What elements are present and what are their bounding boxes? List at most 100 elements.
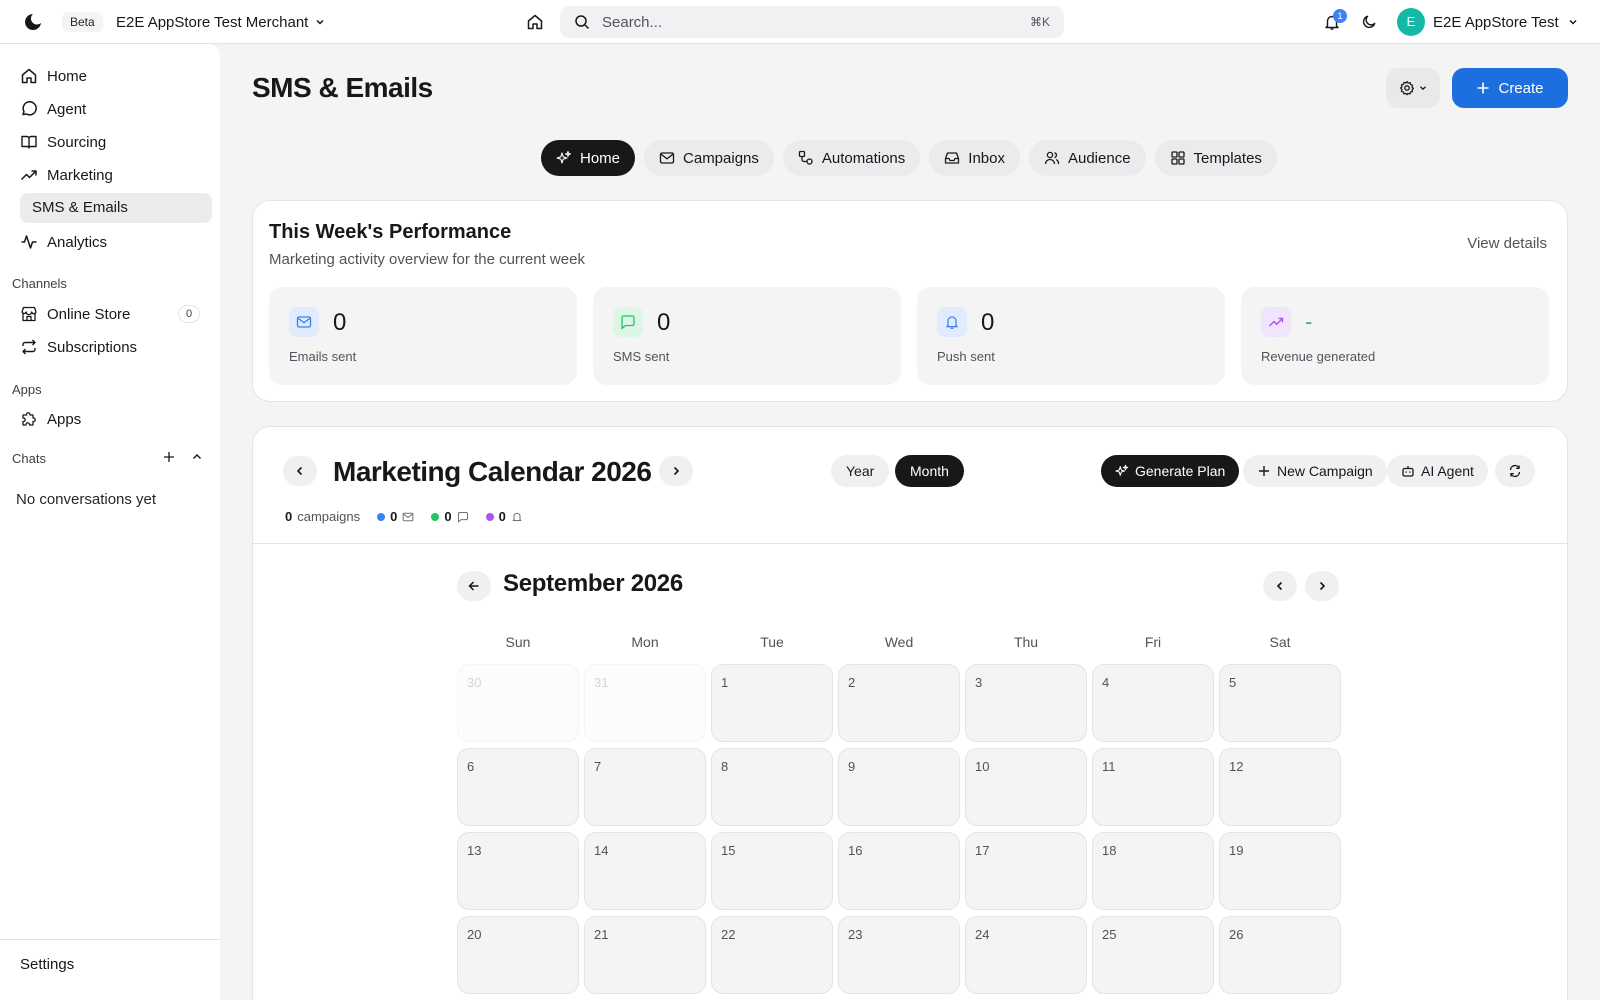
previous-month-button[interactable] — [1263, 571, 1297, 601]
previous-year-button[interactable] — [283, 456, 317, 486]
sidebar-item-label: Online Store — [47, 305, 131, 323]
calendar-day-cell[interactable]: 7 — [584, 748, 706, 826]
avatar: E — [1397, 8, 1425, 36]
calendar-day-cell[interactable]: 1 — [711, 664, 833, 742]
plus-icon[interactable] — [162, 450, 176, 464]
gear-icon — [1399, 80, 1414, 96]
weekday-label: Wed — [884, 634, 914, 650]
sidebar-item-sourcing[interactable]: Sourcing — [20, 127, 212, 157]
sidebar-item-marketing[interactable]: Marketing — [20, 160, 212, 190]
ai-agent-label: AI Agent — [1421, 463, 1474, 479]
calendar-day-cell[interactable]: 8 — [711, 748, 833, 826]
day-number: 21 — [594, 927, 609, 942]
search-bar[interactable]: Search... ⌘K — [560, 6, 1064, 38]
calendar-day-cell[interactable]: 25 — [1092, 916, 1214, 994]
calendar-day-cell[interactable]: 23 — [838, 916, 960, 994]
generate-plan-button[interactable]: Generate Plan — [1101, 455, 1240, 487]
chevron-right-icon — [673, 466, 680, 476]
ai-agent-button[interactable]: AI Agent — [1387, 455, 1488, 487]
moon-logo-icon[interactable] — [24, 13, 42, 31]
day-number: 2 — [848, 675, 856, 690]
tab-audience[interactable]: Audience — [1028, 140, 1146, 176]
calendar-day-cell[interactable]: 19 — [1219, 832, 1341, 910]
day-number: 19 — [1229, 843, 1244, 858]
sparkles-icon — [556, 150, 572, 164]
store-icon — [21, 306, 37, 322]
trending-up-icon — [1261, 307, 1291, 337]
calendar-day-cell[interactable]: 11 — [1092, 748, 1214, 826]
calendar-day-cell[interactable]: 12 — [1219, 748, 1341, 826]
campaign-counts: 0 campaigns 0 0 0 — [285, 509, 523, 524]
day-number: 16 — [848, 843, 863, 858]
calendar-day-cell[interactable]: 26 — [1219, 916, 1341, 994]
sidebar-item-subscriptions[interactable]: Subscriptions — [20, 332, 212, 362]
sidebar-item-analytics[interactable]: Analytics — [20, 227, 212, 257]
day-number: 24 — [975, 927, 990, 942]
calendar-day-cell[interactable]: 13 — [457, 832, 579, 910]
calendar-day-cell[interactable]: 2 — [838, 664, 960, 742]
settings-dropdown-button[interactable] — [1386, 68, 1440, 108]
day-number: 13 — [467, 843, 482, 858]
calendar-day-cell[interactable]: 4 — [1092, 664, 1214, 742]
refresh-button[interactable] — [1495, 455, 1535, 487]
create-button-label: Create — [1498, 79, 1544, 97]
day-number: 8 — [721, 759, 729, 774]
day-number: 22 — [721, 927, 736, 942]
search-shortcut: ⌘K — [1029, 15, 1050, 29]
next-year-button[interactable] — [659, 456, 693, 486]
day-number: 23 — [848, 927, 863, 942]
calendar-day-cell[interactable]: 5 — [1219, 664, 1341, 742]
calendar-day-cell[interactable]: 31 — [584, 664, 706, 742]
mail-icon — [402, 512, 414, 521]
tab-automations[interactable]: Automations — [782, 140, 921, 176]
inbox-icon — [945, 152, 960, 164]
calendar-day-cell[interactable]: 3 — [965, 664, 1087, 742]
calendar-day-cell[interactable]: 24 — [965, 916, 1087, 994]
dark-mode-toggle-icon[interactable] — [1361, 13, 1378, 30]
sidebar-item-apps[interactable]: Apps — [20, 404, 212, 434]
sidebar-item-sms-emails[interactable]: SMS & Emails — [20, 193, 212, 223]
home-icon[interactable] — [526, 13, 544, 31]
stat-value: 0 — [657, 309, 671, 336]
calendar-day-cell[interactable]: 16 — [838, 832, 960, 910]
stat-value: 0 — [981, 309, 995, 336]
calendar-day-cell[interactable]: 18 — [1092, 832, 1214, 910]
calendar-day-cell[interactable]: 9 — [838, 748, 960, 826]
calendar-day-cell[interactable]: 10 — [965, 748, 1087, 826]
back-to-year-button[interactable] — [457, 571, 491, 601]
view-details-link[interactable]: View details — [1467, 235, 1547, 252]
view-month-button[interactable]: Month — [895, 455, 964, 487]
book-icon — [21, 135, 37, 149]
tab-home[interactable]: Home — [541, 140, 636, 176]
user-menu[interactable]: E E2E AppStore Test — [1397, 8, 1579, 36]
sidebar-item-home[interactable]: Home — [20, 61, 212, 91]
chevron-left-icon — [296, 466, 303, 476]
tab-templates[interactable]: Templates — [1154, 140, 1277, 176]
sidebar-item-label: Sourcing — [47, 133, 107, 151]
tab-inbox[interactable]: Inbox — [929, 140, 1020, 176]
calendar-day-cell[interactable]: 6 — [457, 748, 579, 826]
calendar-day-cell[interactable]: 20 — [457, 916, 579, 994]
next-month-button[interactable] — [1305, 571, 1339, 601]
sidebar-item-settings[interactable]: Settings — [20, 956, 74, 973]
sidebar-item-agent[interactable]: Agent — [20, 94, 212, 124]
calendar-day-cell[interactable]: 14 — [584, 832, 706, 910]
stat-label: Emails sent — [289, 349, 357, 364]
tab-campaigns[interactable]: Campaigns — [644, 140, 774, 176]
calendar-day-cell[interactable]: 30 — [457, 664, 579, 742]
calendar-day-cell[interactable]: 22 — [711, 916, 833, 994]
chevron-up-icon[interactable] — [190, 450, 204, 464]
sparkles-icon — [1115, 464, 1129, 476]
day-number: 26 — [1229, 927, 1244, 942]
calendar-day-cell[interactable]: 21 — [584, 916, 706, 994]
merchant-switcher[interactable]: E2E AppStore Test Merchant — [116, 12, 326, 32]
new-campaign-button[interactable]: New Campaign — [1243, 455, 1387, 487]
weekday-label: Tue — [760, 634, 784, 650]
mail-icon — [289, 307, 319, 337]
create-button[interactable]: Create — [1452, 68, 1568, 108]
view-year-button[interactable]: Year — [831, 455, 890, 487]
calendar-day-cell[interactable]: 15 — [711, 832, 833, 910]
tab-label: Inbox — [968, 149, 1005, 167]
day-number: 7 — [594, 759, 602, 774]
calendar-day-cell[interactable]: 17 — [965, 832, 1087, 910]
